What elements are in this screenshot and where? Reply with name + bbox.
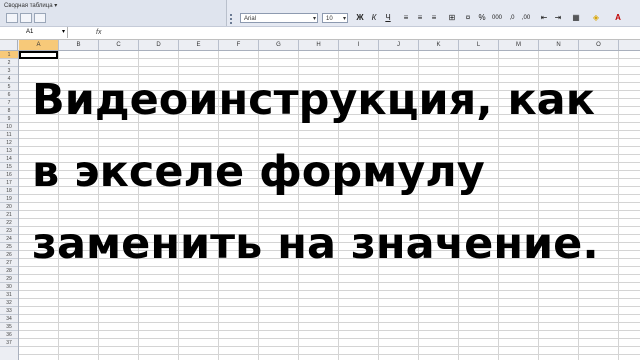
column-header-n[interactable]: N [539, 40, 579, 50]
row-header-30[interactable]: 30 [0, 283, 18, 291]
name-box[interactable]: A1 [0, 27, 68, 38]
row-header-36[interactable]: 36 [0, 331, 18, 339]
column-header-c[interactable]: C [99, 40, 139, 50]
row-header-1[interactable]: 1 [0, 51, 18, 59]
font-name-value: Arial [244, 16, 257, 22]
row-header-14[interactable]: 14 [0, 155, 18, 163]
column-header-j[interactable]: J [379, 40, 419, 50]
row-header-15[interactable]: 15 [0, 163, 18, 171]
row-header-27[interactable]: 27 [0, 259, 18, 267]
name-box-value: A1 [26, 29, 34, 35]
selected-cell-a1[interactable] [19, 51, 58, 59]
row-header-12[interactable]: 12 [0, 139, 18, 147]
row-header-35[interactable]: 35 [0, 323, 18, 331]
column-header: ABCDEFGHIJKLMNO [0, 40, 640, 51]
insert-function-button[interactable]: fx [96, 27, 101, 38]
font-name-select[interactable]: Arial ▾ [240, 13, 318, 23]
underline-button[interactable]: Ч [382, 12, 394, 24]
row-header-18[interactable]: 18 [0, 187, 18, 195]
borders-icon[interactable]: ▦ [570, 12, 582, 24]
chevron-down-icon[interactable]: ▾ [62, 27, 65, 38]
row-header-2[interactable]: 2 [0, 59, 18, 67]
pivot-format-icon[interactable] [20, 13, 32, 23]
align-right-icon[interactable]: ≡ [428, 12, 440, 24]
pivot-chart-icon[interactable] [34, 13, 46, 23]
decrease-indent-icon[interactable]: ⇤ [538, 12, 550, 24]
row-header-19[interactable]: 19 [0, 195, 18, 203]
column-header-g[interactable]: G [259, 40, 299, 50]
row-header-26[interactable]: 26 [0, 251, 18, 259]
column-header-i[interactable]: I [339, 40, 379, 50]
fill-color-icon[interactable]: ◈ [590, 12, 602, 24]
column-header-m[interactable]: M [499, 40, 539, 50]
column-header-d[interactable]: D [139, 40, 179, 50]
column-header-f[interactable]: F [219, 40, 259, 50]
chevron-down-icon: ▾ [342, 16, 346, 22]
font-size-select[interactable]: 10 ▾ [322, 13, 348, 23]
title-line-1: Видеоинструкция, как [32, 75, 595, 125]
row-header-21[interactable]: 21 [0, 211, 18, 219]
video-title-overlay: Видеоинструкция, как в экселе формулу за… [32, 64, 632, 280]
row-header-13[interactable]: 13 [0, 147, 18, 155]
bold-button[interactable]: Ж [354, 12, 366, 24]
column-header-e[interactable]: E [179, 40, 219, 50]
pivot-table-menu[interactable]: Сводная таблица ▾ [4, 2, 57, 9]
column-header-o[interactable]: O [579, 40, 619, 50]
increase-decimal-icon[interactable]: ,0 [506, 12, 518, 24]
column-header-k[interactable]: K [419, 40, 459, 50]
title-line-2: в экселе формулу [32, 147, 485, 197]
row-header-17[interactable]: 17 [0, 179, 18, 187]
chevron-down-icon: ▾ [312, 16, 316, 22]
row-header-37[interactable]: 37 [0, 339, 18, 347]
pivot-icon[interactable] [6, 13, 18, 23]
row-header-24[interactable]: 24 [0, 235, 18, 243]
row-header-5[interactable]: 5 [0, 83, 18, 91]
increase-indent-icon[interactable]: ⇥ [552, 12, 564, 24]
title-line-3: заменить на значение. [32, 219, 599, 269]
row-header-28[interactable]: 28 [0, 267, 18, 275]
row-header-4[interactable]: 4 [0, 75, 18, 83]
italic-button[interactable]: К [368, 12, 380, 24]
row-header: 1 2 3 4 5 6 7 8 9 10 11 12 13 14 15 16 17 18 19 20 21 22 23 24 2… [0, 51, 19, 360]
select-all-corner[interactable] [0, 40, 18, 50]
row-header-23[interactable]: 23 [0, 227, 18, 235]
font-size-value: 10 [326, 16, 333, 22]
row-header-8[interactable]: 8 [0, 107, 18, 115]
toolbar-grip[interactable] [230, 14, 236, 24]
row-header-29[interactable]: 29 [0, 275, 18, 283]
row-header-33[interactable]: 33 [0, 307, 18, 315]
thousands-button[interactable]: 000 [489, 12, 505, 24]
pivot-toolbar: Сводная таблица ▾ [0, 0, 227, 26]
row-header-6[interactable]: 6 [0, 91, 18, 99]
align-left-icon[interactable]: ≡ [400, 12, 412, 24]
align-center-icon[interactable]: ≡ [414, 12, 426, 24]
row-header-20[interactable]: 20 [0, 203, 18, 211]
column-header-b[interactable]: B [59, 40, 99, 50]
merge-center-icon[interactable]: ⊞ [446, 12, 458, 24]
row-header-3[interactable]: 3 [0, 67, 18, 75]
column-header-a[interactable]: A [19, 40, 59, 50]
row-header-10[interactable]: 10 [0, 123, 18, 131]
row-header-25[interactable]: 25 [0, 243, 18, 251]
row-header-31[interactable]: 31 [0, 291, 18, 299]
row-header-16[interactable]: 16 [0, 171, 18, 179]
font-color-icon[interactable]: A [612, 12, 624, 24]
row-header-22[interactable]: 22 [0, 219, 18, 227]
formula-bar: A1 ▾ fx [0, 27, 640, 40]
row-header-7[interactable]: 7 [0, 99, 18, 107]
percent-button[interactable]: % [476, 12, 488, 24]
row-header-34[interactable]: 34 [0, 315, 18, 323]
toolbar: Сводная таблица ▾ Arial ▾ 10 ▾ Ж К Ч ≡ ≡… [0, 0, 640, 27]
currency-icon[interactable]: ¤ [462, 12, 474, 24]
column-header-l[interactable]: L [459, 40, 499, 50]
decrease-decimal-icon[interactable]: ,00 [520, 12, 532, 24]
column-header-h[interactable]: H [299, 40, 339, 50]
row-header-11[interactable]: 11 [0, 131, 18, 139]
row-header-32[interactable]: 32 [0, 299, 18, 307]
row-header-9[interactable]: 9 [0, 115, 18, 123]
